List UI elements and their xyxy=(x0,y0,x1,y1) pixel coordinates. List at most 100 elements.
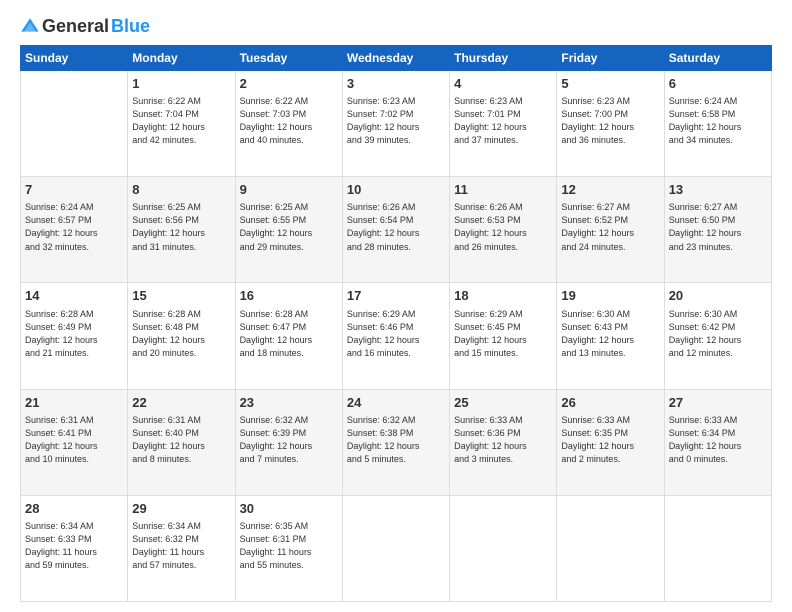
day-info: Sunrise: 6:28 AMSunset: 6:49 PMDaylight:… xyxy=(25,308,123,360)
day-number: 23 xyxy=(240,394,338,412)
calendar-cell: 3 Sunrise: 6:23 AMSunset: 7:02 PMDaylight… xyxy=(342,71,449,177)
day-info: Sunrise: 6:22 AMSunset: 7:04 PMDaylight:… xyxy=(132,95,230,147)
calendar-cell xyxy=(21,71,128,177)
calendar-cell: 23Sunrise: 6:32 AMSunset: 6:39 PMDayligh… xyxy=(235,389,342,495)
calendar-cell: 21Sunrise: 6:31 AMSunset: 6:41 PMDayligh… xyxy=(21,389,128,495)
day-number: 21 xyxy=(25,394,123,412)
day-info: Sunrise: 6:23 AMSunset: 7:01 PMDaylight:… xyxy=(454,95,552,147)
page: General Blue SundayMondayTuesdayWednesda… xyxy=(0,0,792,612)
calendar-cell: 17Sunrise: 6:29 AMSunset: 6:46 PMDayligh… xyxy=(342,283,449,389)
calendar-cell: 5 Sunrise: 6:23 AMSunset: 7:00 PMDaylight… xyxy=(557,71,664,177)
calendar-header-row: SundayMondayTuesdayWednesdayThursdayFrid… xyxy=(21,46,772,71)
calendar-cell: 6 Sunrise: 6:24 AMSunset: 6:58 PMDaylight… xyxy=(664,71,771,177)
day-info: Sunrise: 6:23 AMSunset: 7:02 PMDaylight:… xyxy=(347,95,445,147)
calendar-cell: 24Sunrise: 6:32 AMSunset: 6:38 PMDayligh… xyxy=(342,389,449,495)
day-number: 26 xyxy=(561,394,659,412)
logo-area: General Blue xyxy=(20,16,150,37)
day-info: Sunrise: 6:26 AMSunset: 6:54 PMDaylight:… xyxy=(347,201,445,253)
day-number: 20 xyxy=(669,287,767,305)
day-number: 6 xyxy=(669,75,767,93)
day-info: Sunrise: 6:33 AMSunset: 6:35 PMDaylight:… xyxy=(561,414,659,466)
day-of-week-header: Saturday xyxy=(664,46,771,71)
day-info: Sunrise: 6:29 AMSunset: 6:45 PMDaylight:… xyxy=(454,308,552,360)
day-info: Sunrise: 6:28 AMSunset: 6:47 PMDaylight:… xyxy=(240,308,338,360)
day-number: 17 xyxy=(347,287,445,305)
calendar-cell: 20 Sunrise: 6:30 AMSunset: 6:42 PMDayligh… xyxy=(664,283,771,389)
day-of-week-header: Wednesday xyxy=(342,46,449,71)
calendar-cell: 11 Sunrise: 6:26 AMSunset: 6:53 PMDayligh… xyxy=(450,177,557,283)
calendar-cell: 15 Sunrise: 6:28 AMSunset: 6:48 PMDayligh… xyxy=(128,283,235,389)
day-info: Sunrise: 6:30 AMSunset: 6:42 PMDaylight:… xyxy=(669,308,767,360)
day-number: 14 xyxy=(25,287,123,305)
day-number: 4 xyxy=(454,75,552,93)
day-of-week-header: Monday xyxy=(128,46,235,71)
day-info: Sunrise: 6:30 AMSunset: 6:43 PMDaylight:… xyxy=(561,308,659,360)
day-number: 9 xyxy=(240,181,338,199)
day-number: 29 xyxy=(132,500,230,518)
day-number: 24 xyxy=(347,394,445,412)
day-number: 28 xyxy=(25,500,123,518)
calendar-cell: 7Sunrise: 6:24 AMSunset: 6:57 PMDaylight… xyxy=(21,177,128,283)
day-info: Sunrise: 6:33 AMSunset: 6:36 PMDaylight:… xyxy=(454,414,552,466)
calendar-cell: 4 Sunrise: 6:23 AMSunset: 7:01 PMDaylight… xyxy=(450,71,557,177)
day-number: 7 xyxy=(25,181,123,199)
calendar-cell: 13 Sunrise: 6:27 AMSunset: 6:50 PMDayligh… xyxy=(664,177,771,283)
calendar-week-row: 1Sunrise: 6:22 AMSunset: 7:04 PMDaylight… xyxy=(21,71,772,177)
day-info: Sunrise: 6:34 AMSunset: 6:33 PMDaylight:… xyxy=(25,520,123,572)
header: General Blue xyxy=(20,16,772,37)
calendar-cell: 27 Sunrise: 6:33 AMSunset: 6:34 PMDayligh… xyxy=(664,389,771,495)
day-info: Sunrise: 6:23 AMSunset: 7:00 PMDaylight:… xyxy=(561,95,659,147)
day-info: Sunrise: 6:33 AMSunset: 6:34 PMDaylight:… xyxy=(669,414,767,466)
day-info: Sunrise: 6:26 AMSunset: 6:53 PMDaylight:… xyxy=(454,201,552,253)
day-number: 15 xyxy=(132,287,230,305)
day-info: Sunrise: 6:34 AMSunset: 6:32 PMDaylight:… xyxy=(132,520,230,572)
day-of-week-header: Friday xyxy=(557,46,664,71)
day-number: 25 xyxy=(454,394,552,412)
day-number: 2 xyxy=(240,75,338,93)
calendar-cell: 1Sunrise: 6:22 AMSunset: 7:04 PMDaylight… xyxy=(128,71,235,177)
day-of-week-header: Tuesday xyxy=(235,46,342,71)
calendar-cell xyxy=(664,495,771,601)
calendar-cell: 8Sunrise: 6:25 AMSunset: 6:56 PMDaylight… xyxy=(128,177,235,283)
calendar-week-row: 28 Sunrise: 6:34 AMSunset: 6:33 PMDayligh… xyxy=(21,495,772,601)
day-info: Sunrise: 6:27 AMSunset: 6:50 PMDaylight:… xyxy=(669,201,767,253)
day-of-week-header: Sunday xyxy=(21,46,128,71)
day-info: Sunrise: 6:27 AMSunset: 6:52 PMDaylight:… xyxy=(561,201,659,253)
day-number: 10 xyxy=(347,181,445,199)
calendar-cell: 16 Sunrise: 6:28 AMSunset: 6:47 PMDayligh… xyxy=(235,283,342,389)
calendar-cell: 22Sunrise: 6:31 AMSunset: 6:40 PMDayligh… xyxy=(128,389,235,495)
calendar-cell: 12 Sunrise: 6:27 AMSunset: 6:52 PMDayligh… xyxy=(557,177,664,283)
day-number: 27 xyxy=(669,394,767,412)
day-number: 30 xyxy=(240,500,338,518)
calendar-cell: 26 Sunrise: 6:33 AMSunset: 6:35 PMDayligh… xyxy=(557,389,664,495)
calendar-cell: 2 Sunrise: 6:22 AMSunset: 7:03 PMDaylight… xyxy=(235,71,342,177)
day-number: 3 xyxy=(347,75,445,93)
day-number: 16 xyxy=(240,287,338,305)
day-info: Sunrise: 6:28 AMSunset: 6:48 PMDaylight:… xyxy=(132,308,230,360)
day-number: 5 xyxy=(561,75,659,93)
day-number: 12 xyxy=(561,181,659,199)
calendar-table: SundayMondayTuesdayWednesdayThursdayFrid… xyxy=(20,45,772,602)
calendar-cell xyxy=(450,495,557,601)
day-info: Sunrise: 6:25 AMSunset: 6:56 PMDaylight:… xyxy=(132,201,230,253)
day-info: Sunrise: 6:35 AMSunset: 6:31 PMDaylight:… xyxy=(240,520,338,572)
logo-general: General xyxy=(42,16,109,37)
calendar-cell: 10 Sunrise: 6:26 AMSunset: 6:54 PMDayligh… xyxy=(342,177,449,283)
day-number: 22 xyxy=(132,394,230,412)
logo: General Blue xyxy=(20,16,150,37)
day-number: 19 xyxy=(561,287,659,305)
day-info: Sunrise: 6:22 AMSunset: 7:03 PMDaylight:… xyxy=(240,95,338,147)
day-info: Sunrise: 6:25 AMSunset: 6:55 PMDaylight:… xyxy=(240,201,338,253)
day-number: 13 xyxy=(669,181,767,199)
day-info: Sunrise: 6:24 AMSunset: 6:58 PMDaylight:… xyxy=(669,95,767,147)
calendar-cell: 30 Sunrise: 6:35 AMSunset: 6:31 PMDayligh… xyxy=(235,495,342,601)
day-number: 18 xyxy=(454,287,552,305)
calendar-week-row: 21Sunrise: 6:31 AMSunset: 6:41 PMDayligh… xyxy=(21,389,772,495)
day-number: 11 xyxy=(454,181,552,199)
logo-blue: Blue xyxy=(111,16,150,37)
calendar-cell: 18 Sunrise: 6:29 AMSunset: 6:45 PMDayligh… xyxy=(450,283,557,389)
calendar-week-row: 7Sunrise: 6:24 AMSunset: 6:57 PMDaylight… xyxy=(21,177,772,283)
day-of-week-header: Thursday xyxy=(450,46,557,71)
calendar-cell xyxy=(342,495,449,601)
calendar-cell xyxy=(557,495,664,601)
